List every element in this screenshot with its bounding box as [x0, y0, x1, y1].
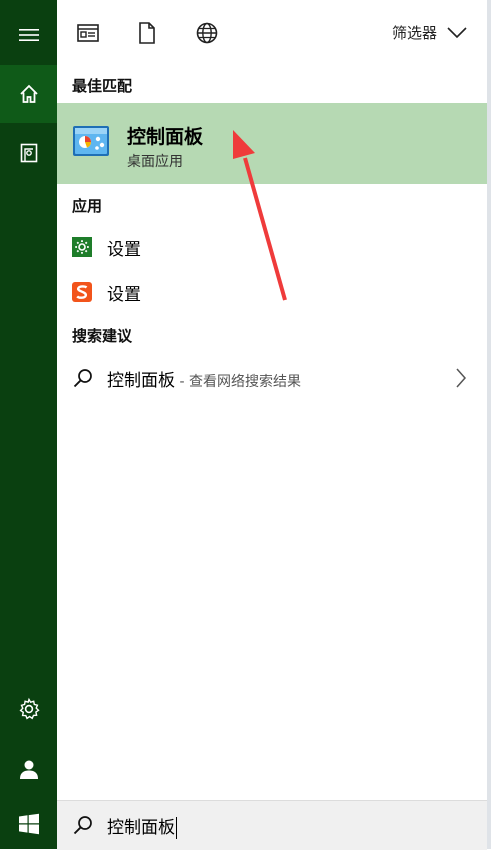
hamburger-menu-button[interactable]	[0, 6, 57, 64]
apps-header: 应用	[72, 197, 103, 215]
windows-icon	[18, 813, 39, 835]
home-icon	[19, 84, 38, 103]
green-gear-icon	[72, 237, 92, 257]
search-input[interactable]: 控制面板	[107, 813, 177, 839]
web-filter-button[interactable]	[194, 20, 220, 46]
search-input-value: 控制面板	[107, 818, 175, 838]
user-icon	[19, 760, 38, 779]
suggestion-subtext: - 查看网络搜索结果	[175, 374, 301, 390]
filter-toolbar: 筛选器	[57, 0, 487, 64]
desktop-background-edge	[487, 0, 491, 849]
file-icon	[139, 22, 155, 44]
start-left-rail	[0, 0, 57, 849]
search-results-panel: 筛选器 最佳匹配 控制面板 桌面应用 应用 设置 设置 搜索建议 控制面板 - …	[57, 0, 487, 849]
suggestions-header: 搜索建议	[72, 327, 133, 345]
best-match-title: 控制面板	[127, 126, 204, 148]
web-suggestion-item[interactable]: 控制面板 - 查看网络搜索结果	[57, 356, 487, 400]
document-view-icon	[77, 24, 99, 42]
suggestion-query: 控制面板	[107, 371, 175, 391]
best-match-subtitle: 桌面应用	[127, 154, 183, 170]
globe-icon	[196, 22, 218, 44]
chevron-down-icon	[447, 26, 467, 38]
filter-dropdown[interactable]: 筛选器	[392, 22, 467, 43]
search-icon	[73, 816, 92, 835]
notebook-button[interactable]	[0, 124, 57, 182]
user-button[interactable]	[0, 740, 57, 798]
start-button[interactable]	[0, 795, 57, 853]
home-button[interactable]	[0, 65, 57, 123]
filter-label: 筛选器	[391, 24, 437, 42]
best-match-result[interactable]: 控制面板 桌面应用	[57, 103, 487, 184]
sogou-s-icon	[72, 282, 92, 302]
suggestion-text: 控制面板 - 查看网络搜索结果	[107, 366, 301, 391]
hamburger-icon	[18, 29, 39, 41]
app-result-sogou-settings[interactable]: 设置	[57, 272, 487, 312]
search-box[interactable]: 控制面板	[57, 800, 487, 850]
best-match-header: 最佳匹配	[72, 77, 133, 95]
text-caret	[176, 817, 177, 839]
control-panel-icon	[73, 126, 109, 156]
settings-button[interactable]	[0, 680, 57, 738]
apps-filter-button[interactable]	[75, 20, 101, 46]
search-icon	[73, 369, 92, 388]
app-result-label: 设置	[107, 240, 141, 260]
notebook-icon	[20, 143, 37, 163]
gear-icon	[19, 697, 40, 720]
app-result-settings[interactable]: 设置	[57, 227, 487, 267]
documents-filter-button[interactable]	[134, 20, 160, 46]
app-result-label: 设置	[107, 285, 141, 305]
chevron-right-icon	[456, 368, 467, 388]
